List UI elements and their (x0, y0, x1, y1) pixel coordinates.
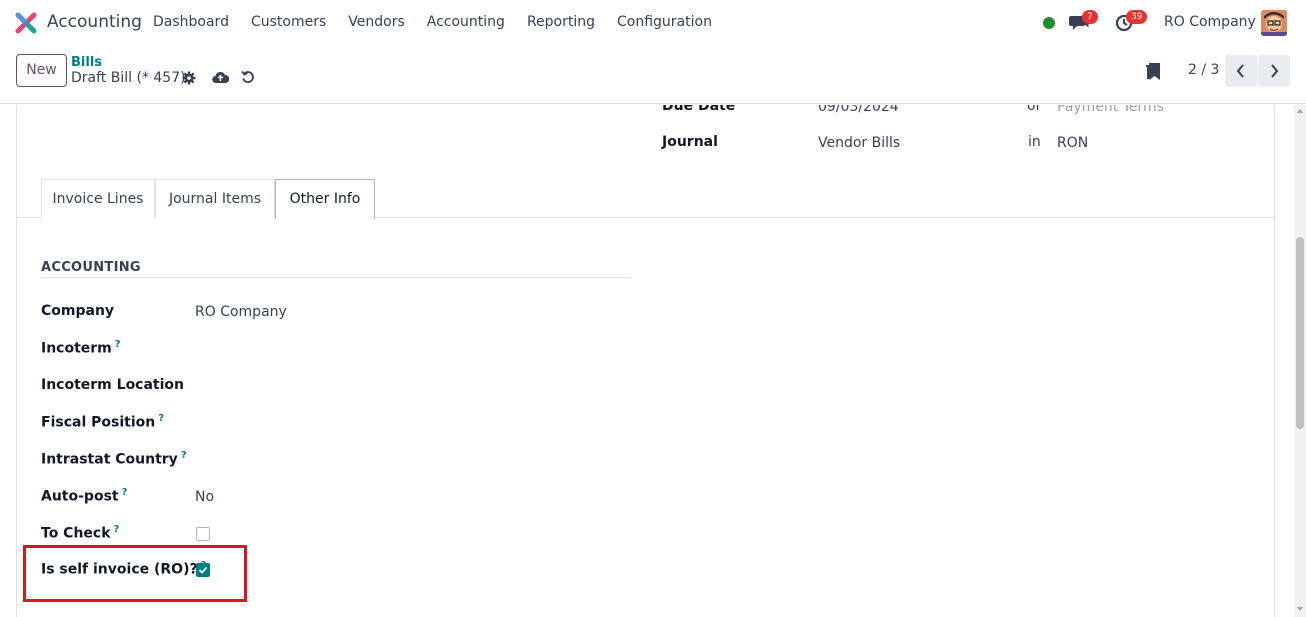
pager-value[interactable]: 2 / 3 (1188, 62, 1219, 78)
company-switcher[interactable]: RO Company (1164, 14, 1256, 30)
auto-post-label: Auto-post? (41, 487, 127, 505)
pager-previous-button[interactable] (1225, 55, 1257, 87)
discard-changes-icon[interactable] (241, 70, 255, 84)
tab-invoice-lines[interactable]: Invoice Lines (41, 179, 155, 218)
cloud-upload-icon[interactable] (212, 70, 229, 84)
to-check-label-text: To Check (41, 525, 111, 542)
to-check-checkbox[interactable] (196, 527, 210, 541)
menu-item-reporting[interactable]: Reporting (527, 14, 595, 30)
chat-count-badge: 7 (1082, 10, 1098, 24)
incoterm-label-text: Incoterm (41, 340, 112, 357)
top-navbar: Accounting Dashboard Customers Vendors A… (0, 0, 1306, 46)
incoterm-location-label: Incoterm Location (41, 377, 185, 393)
help-tooltip-icon[interactable]: ? (158, 413, 164, 424)
app-name[interactable]: Accounting (47, 12, 142, 32)
bookmark-icon[interactable] (1145, 62, 1161, 81)
currency-field[interactable]: RON (1057, 135, 1088, 151)
help-tooltip-icon[interactable]: ? (181, 450, 187, 461)
chevron-right-icon (1271, 64, 1279, 78)
avatar-face-icon (1261, 10, 1287, 36)
scrollbar-thumb[interactable] (1296, 237, 1304, 429)
menu-item-accounting[interactable]: Accounting (427, 14, 505, 30)
menu-item-dashboard[interactable]: Dashboard (153, 14, 229, 30)
help-tooltip-icon[interactable]: ? (115, 339, 121, 350)
form-sheet: Due Date 09/03/2024 or Payment Terms Jou… (16, 105, 1275, 617)
menu-item-configuration[interactable]: Configuration (617, 14, 712, 30)
scroll-up-arrow-icon[interactable] (1296, 107, 1304, 115)
journal-field[interactable]: Vendor Bills (818, 135, 900, 151)
chevron-left-icon (1236, 64, 1244, 78)
help-tooltip-icon[interactable]: ? (114, 524, 120, 535)
highlight-annotation-box (23, 545, 247, 602)
fiscal-position-label: Fiscal Position? (41, 413, 164, 431)
breadcrumb-bills[interactable]: Bills (71, 55, 102, 70)
vertical-scrollbar[interactable] (1294, 105, 1306, 617)
due-date-label: Due Date (662, 105, 736, 114)
menu-item-vendors[interactable]: Vendors (348, 14, 404, 30)
fiscal-position-label-text: Fiscal Position (41, 414, 156, 431)
auto-post-field[interactable]: No (195, 489, 214, 505)
record-title: Draft Bill (* 457) (71, 70, 186, 86)
tab-journal-items[interactable]: Journal Items (155, 179, 275, 218)
help-tooltip-icon[interactable]: ? (122, 487, 128, 498)
menu-item-customers[interactable]: Customers (251, 14, 326, 30)
journal-label: Journal (662, 134, 718, 150)
company-label: Company (41, 303, 115, 319)
tab-other-info[interactable]: Other Info (275, 179, 375, 219)
main-menu: Dashboard Customers Vendors Accounting R… (153, 14, 734, 30)
intrastat-country-label-text: Intrastat Country (41, 451, 178, 468)
auto-post-label-text: Auto-post (41, 488, 119, 505)
new-button[interactable]: New (16, 54, 67, 87)
accounting-app-icon[interactable] (15, 12, 37, 34)
payment-terms-field[interactable]: Payment Terms (1057, 105, 1164, 115)
section-title-accounting: ACCOUNTING (41, 260, 141, 275)
gear-icon[interactable] (182, 71, 196, 85)
pager-next-button[interactable] (1258, 55, 1290, 87)
in-label: in (1028, 134, 1041, 150)
to-check-label: To Check? (41, 524, 119, 542)
user-avatar[interactable] (1261, 10, 1287, 36)
control-panel: New Bills Draft Bill (* 457) 2 / 3 (0, 46, 1306, 104)
online-status-icon (1043, 17, 1055, 29)
scroll-down-arrow-icon[interactable] (1296, 605, 1304, 613)
due-date-field[interactable]: 09/03/2024 (818, 105, 899, 115)
incoterm-label: Incoterm? (41, 339, 121, 357)
or-label: or (1027, 105, 1042, 114)
intrastat-country-label: Intrastat Country? (41, 450, 187, 468)
form-view: Due Date 09/03/2024 or Payment Terms Jou… (0, 105, 1294, 617)
section-divider (41, 277, 631, 278)
activity-count-badge: 39 (1126, 10, 1148, 24)
company-field[interactable]: RO Company (195, 304, 287, 320)
